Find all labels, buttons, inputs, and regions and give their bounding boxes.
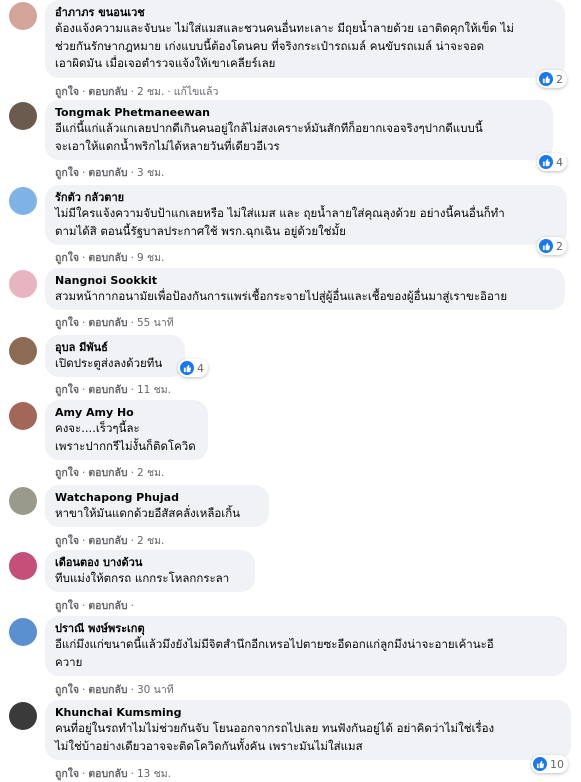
like-icon <box>539 155 553 169</box>
comment-text: ไม่มีใครแจ้งความจับป้าแกเลยหรือ ไม่ใส่แม… <box>55 206 505 238</box>
reply-button[interactable]: ตอบกลับ <box>88 532 127 549</box>
avatar[interactable] <box>9 618 37 646</box>
avatar[interactable] <box>9 187 37 215</box>
comment-bubble: Nangnoi Sookkit สวมหน้ากากอนามัยเพื่อป้อ… <box>45 268 565 310</box>
avatar[interactable] <box>9 337 37 365</box>
commenter-name[interactable]: รักตัว กลัวตาย <box>55 190 557 205</box>
commenter-name[interactable]: Watchapong Phujad <box>55 490 259 505</box>
timestamp[interactable]: 3 ชม. <box>137 164 164 181</box>
comment-bubble: Khunchai Kumsming คนที่อยู่ในรถทำไมไม่ช่… <box>45 700 571 760</box>
timestamp[interactable]: 2 ชม. <box>137 464 164 481</box>
avatar[interactable] <box>9 270 37 298</box>
reply-button[interactable]: ตอบกลับ <box>88 681 127 698</box>
like-icon <box>539 239 553 253</box>
like-button[interactable]: ถูกใจ <box>55 597 79 614</box>
reply-button[interactable]: ตอบกลับ <box>88 381 127 398</box>
edited-label: แก้ไขแล้ว <box>173 86 219 98</box>
avatar[interactable] <box>9 102 37 130</box>
reaction-count[interactable]: 2 <box>537 237 567 255</box>
avatar[interactable] <box>9 2 37 30</box>
timestamp[interactable]: 13 ชม. <box>137 765 171 782</box>
avatar[interactable] <box>9 487 37 515</box>
timestamp[interactable]: 11 ชม. <box>137 381 171 398</box>
comment-actions: ถูกใจ · ตอบกลับ · 2 ชม. · แก้ไขแล้ว <box>55 83 218 100</box>
commenter-name[interactable]: Khunchai Kumsming <box>55 705 561 720</box>
reaction-count[interactable]: 4 <box>178 359 208 377</box>
like-button[interactable]: ถูกใจ <box>55 681 79 698</box>
comment-actions: ถูกใจ · ตอบกลับ · 55 นาที <box>55 314 174 331</box>
commenter-name[interactable]: อำภาภร ขนอนเวช <box>55 5 555 20</box>
comment-bubble: เดือนตอง บางด้วน ทีบแม่งให้ตกรถ แกกระโหล… <box>45 550 255 592</box>
reply-button[interactable]: ตอบกลับ <box>88 249 127 266</box>
comment-text: เปิดประตูส่งลงด้วยทีน <box>55 356 163 370</box>
comment-text: สวมหน้ากากอนามัยเพื่อป้องกันการแพร่เชื้อ… <box>55 289 508 303</box>
like-icon <box>180 361 194 375</box>
comment-bubble: Watchapong Phujad หาขาให้มันแดกด้วยอีสัส… <box>45 485 269 527</box>
avatar[interactable] <box>9 402 37 430</box>
comment-actions: ถูกใจ · ตอบกลับ · 13 ชม. <box>55 765 171 782</box>
reply-button[interactable]: ตอบกลับ <box>88 597 127 614</box>
like-button[interactable]: ถูกใจ <box>55 83 79 100</box>
reaction-count[interactable]: 10 <box>531 755 568 773</box>
avatar[interactable] <box>9 702 37 730</box>
comment-actions: ถูกใจ · ตอบกลับ · <box>55 597 137 614</box>
commenter-name[interactable]: Amy Amy Ho <box>55 405 198 420</box>
reply-button[interactable]: ตอบกลับ <box>88 464 127 481</box>
timestamp[interactable]: 55 นาที <box>137 314 174 331</box>
comment-text: หาขาให้มันแดกด้วยอีสัสคลั่งเหลือเกิ้น <box>55 506 241 520</box>
comment-bubble: Amy Amy Ho คงจะ....เร็วๆนี้ละ เพราะปากกร… <box>45 400 208 460</box>
commenter-name[interactable]: Nangnoi Sookkit <box>55 273 555 288</box>
timestamp[interactable]: 9 ชม. <box>137 249 164 266</box>
timestamp[interactable]: 2 ชม. <box>137 532 164 549</box>
comment-bubble: Tongmak Phetmaneewan อีแก่นี้แก่แล้วแกเล… <box>45 100 553 160</box>
like-icon <box>539 72 553 86</box>
comment-text: ทีบแม่งให้ตกรถ แกกระโหลกกระลา <box>55 571 230 585</box>
reply-button[interactable]: ตอบกลับ <box>88 314 127 331</box>
commenter-name[interactable]: Tongmak Phetmaneewan <box>55 105 543 120</box>
comment-bubble: อุบล มีพันธ์ เปิดประตูส่งลงด้วยทีน <box>45 335 185 377</box>
comment-bubble: รักตัว กลัวตาย ไม่มีใครแจ้งความจับป้าแกเ… <box>45 185 567 245</box>
comment-text: คงจะ....เร็วๆนี้ละ เพราะปากกรีไม่งั้นก็ต… <box>55 421 196 453</box>
reply-button[interactable]: ตอบกลับ <box>88 765 127 782</box>
comment-actions: ถูกใจ · ตอบกลับ · 9 ชม. <box>55 249 164 266</box>
comment-actions: ถูกใจ · ตอบกลับ · 2 ชม. <box>55 464 164 481</box>
like-button[interactable]: ถูกใจ <box>55 314 79 331</box>
like-button[interactable]: ถูกใจ <box>55 464 79 481</box>
comment-text: อีแก่นี้แก่แล้วแกเลยปากดีเกินคนอยู่ใกล้ไ… <box>55 121 483 153</box>
reply-button[interactable]: ตอบกลับ <box>88 164 127 181</box>
comment-actions: ถูกใจ · ตอบกลับ · 11 ชม. <box>55 381 171 398</box>
timestamp[interactable]: 2 ชม. <box>137 83 164 100</box>
comment-bubble: อำภาภร ขนอนเวช ต้องแจ้งความและจับนะ ไม่ใ… <box>45 0 565 78</box>
reaction-count[interactable]: 2 <box>537 70 567 88</box>
reply-button[interactable]: ตอบกลับ <box>88 83 127 100</box>
commenter-name[interactable]: ปราณี พงษ์พระเกตุ <box>55 621 557 636</box>
comment-actions: ถูกใจ · ตอบกลับ · 2 ชม. <box>55 532 164 549</box>
comment-text: คนที่อยู่ในรถทำไมไม่ช่วยกันจับ โยนออกจาก… <box>55 721 495 753</box>
like-button[interactable]: ถูกใจ <box>55 164 79 181</box>
avatar[interactable] <box>9 552 37 580</box>
commenter-name[interactable]: เดือนตอง บางด้วน <box>55 555 245 570</box>
reaction-count[interactable]: 4 <box>537 153 567 171</box>
timestamp[interactable]: 30 นาที <box>137 681 174 698</box>
comment-bubble: ปราณี พงษ์พระเกตุ อีแก่มึงแก่ขนาดนี้แล้ว… <box>45 616 567 676</box>
like-icon <box>533 757 547 771</box>
like-button[interactable]: ถูกใจ <box>55 381 79 398</box>
comment-actions: ถูกใจ · ตอบกลับ · 30 นาที <box>55 681 174 698</box>
comment-text: อีแก่มึงแก่ขนาดนี้แล้วมึงยังไม่มีจิตสำนึ… <box>55 637 494 669</box>
comment-text: ต้องแจ้งความและจับนะ ไม่ใส่แมสและชวนคนอื… <box>55 21 514 70</box>
comment-actions: ถูกใจ · ตอบกลับ · 3 ชม. <box>55 164 164 181</box>
commenter-name[interactable]: อุบล มีพันธ์ <box>55 340 175 355</box>
like-button[interactable]: ถูกใจ <box>55 532 79 549</box>
like-button[interactable]: ถูกใจ <box>55 765 79 782</box>
like-button[interactable]: ถูกใจ <box>55 249 79 266</box>
